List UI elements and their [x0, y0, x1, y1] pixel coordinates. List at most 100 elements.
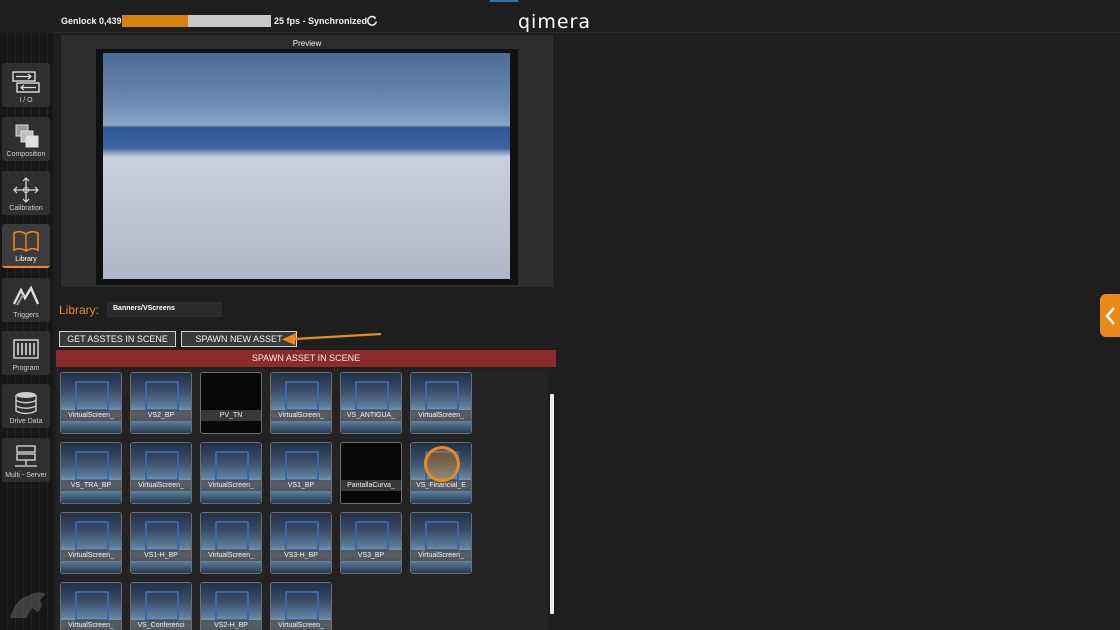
screen-shape	[215, 591, 249, 621]
cursor-highlight	[424, 446, 460, 482]
asset-grid-scrollbar[interactable]	[550, 394, 554, 614]
asset-grid: VirtualScreen_ VS2_BP PV_TN VirtualScreen_ V…	[56, 369, 548, 630]
asset-tile[interactable]: VirtualScreen_	[410, 512, 472, 574]
screen-shape	[145, 591, 179, 621]
asset-tile[interactable]: VirtualScreen_	[270, 582, 332, 630]
asset-thumbnail	[341, 443, 401, 503]
sync-icon[interactable]	[366, 15, 378, 27]
asset-thumbnail	[271, 513, 331, 573]
asset-thumbnail	[61, 513, 121, 573]
sidebar-item-calibration[interactable]: Calibration	[2, 171, 50, 215]
spawn-asset-bar[interactable]: SPAWN ASSET IN SCENE	[56, 350, 556, 367]
sidebar-item-label: Triggers	[13, 312, 39, 319]
asset-tile[interactable]: VirtualScreen_	[270, 372, 332, 434]
calibration-icon	[13, 177, 39, 203]
screen-shape	[145, 381, 179, 411]
get-assets-button[interactable]: GET ASSTES IN SCENE	[59, 331, 176, 347]
asset-thumbnail	[411, 373, 471, 433]
asset-name: PantallaCurva_	[341, 480, 401, 491]
asset-thumbnail	[61, 443, 121, 503]
sidebar-item-program[interactable]: Program	[2, 331, 50, 375]
asset-thumbnail	[271, 373, 331, 433]
asset-name: VirtualScreen_	[271, 620, 331, 630]
asset-name: PV_TN	[201, 410, 261, 421]
asset-name: VS3-H_BP	[271, 550, 331, 561]
asset-thumbnail	[131, 443, 191, 503]
asset-tile[interactable]: VS2-H_BP	[200, 582, 262, 630]
asset-tile[interactable]: VirtualScreen_	[60, 582, 122, 630]
screen-shape	[75, 381, 109, 411]
sidebar-item-io[interactable]: I / O	[2, 63, 50, 107]
asset-thumbnail	[131, 513, 191, 573]
asset-tile[interactable]: VS_Conferenci	[130, 582, 192, 630]
asset-name: VirtualScreen_	[201, 550, 261, 561]
sidebar-item-library[interactable]: Library	[2, 224, 50, 268]
sidebar-item-label: I / O	[19, 97, 33, 104]
asset-tile[interactable]: VS2_BP	[130, 372, 192, 434]
asset-tile[interactable]: VS3-H_BP	[270, 512, 332, 574]
library-path-field[interactable]: Banners/VScreens	[107, 302, 222, 317]
screen-shape	[75, 521, 109, 551]
preview-image	[103, 53, 510, 279]
sidebar-item-label: Calibration	[9, 205, 43, 212]
drive-data-icon	[15, 392, 37, 415]
asset-name: VirtualScreen_	[131, 480, 191, 491]
sidebar: I / O Composition Calibration Library Tr…	[0, 33, 53, 630]
sidebar-item-label: Program	[12, 365, 40, 372]
sidebar-item-multi-server[interactable]: Multi - Server	[2, 438, 50, 482]
asset-tile[interactable]: VS_TRA_BP	[60, 442, 122, 504]
asset-tile[interactable]: PV_TN	[200, 372, 262, 434]
asset-tile[interactable]: VS3_BP	[340, 512, 402, 574]
library-icon	[13, 230, 39, 252]
library-label: Library:	[59, 303, 100, 317]
asset-name: VS_ANTIGUA_	[341, 410, 401, 421]
screen-shape	[285, 381, 319, 411]
screen-shape	[425, 521, 459, 551]
preview-viewport	[96, 49, 518, 285]
brand-logo: qimera	[518, 11, 591, 33]
asset-name: VS2_BP	[131, 410, 191, 421]
sidebar-item-label: Multi - Server	[5, 472, 47, 479]
screen-shape	[215, 521, 249, 551]
fps-status: 25 fps - Synchronized	[274, 16, 368, 26]
asset-tile[interactable]: VirtualScreen_	[60, 512, 122, 574]
asset-name: VirtualScreen_	[271, 410, 331, 421]
asset-tile[interactable]: PantallaCurva_	[340, 442, 402, 504]
asset-tile[interactable]: VirtualScreen_	[130, 442, 192, 504]
asset-name: VS1-H_BP	[131, 550, 191, 561]
sidebar-item-drive-data[interactable]: Drive Data	[2, 384, 50, 428]
collapse-panel-button[interactable]	[1100, 294, 1120, 337]
brand-mark-icon	[10, 592, 46, 618]
screen-shape	[145, 521, 179, 551]
sidebar-item-triggers[interactable]: Triggers	[2, 278, 50, 322]
sidebar-item-composition[interactable]: Composition	[2, 117, 50, 161]
screen-shape	[285, 591, 319, 621]
asset-name: VirtualScreen_	[411, 410, 471, 421]
asset-thumbnail	[61, 373, 121, 433]
screen-shape	[355, 381, 389, 411]
asset-thumbnail	[271, 443, 331, 503]
asset-name: VirtualScreen_	[61, 410, 121, 421]
io-icon	[12, 71, 40, 93]
asset-tile[interactable]: VirtualScreen_	[200, 442, 262, 504]
screen-shape	[425, 381, 459, 411]
asset-name: VirtualScreen_	[201, 480, 261, 491]
asset-thumbnail	[411, 513, 471, 573]
asset-tile[interactable]: VS1-H_BP	[130, 512, 192, 574]
asset-name: VirtualScreen_	[411, 550, 471, 561]
brand-accent-line	[490, 0, 518, 2]
asset-thumbnail	[201, 373, 261, 433]
screen-shape	[285, 451, 319, 481]
screen-shape	[355, 521, 389, 551]
asset-thumbnail	[341, 373, 401, 433]
asset-tile[interactable]: VirtualScreen_	[410, 372, 472, 434]
program-icon	[13, 339, 39, 359]
asset-tile[interactable]: VS_ANTIGUA_	[340, 372, 402, 434]
asset-tile[interactable]: VirtualScreen_	[60, 372, 122, 434]
preview-panel: Preview	[61, 35, 553, 287]
asset-thumbnail	[131, 373, 191, 433]
sidebar-item-label: Composition	[6, 151, 46, 158]
asset-name: VS2-H_BP	[201, 620, 261, 630]
asset-tile[interactable]: VirtualScreen_	[200, 512, 262, 574]
asset-tile[interactable]: VS1_BP	[270, 442, 332, 504]
